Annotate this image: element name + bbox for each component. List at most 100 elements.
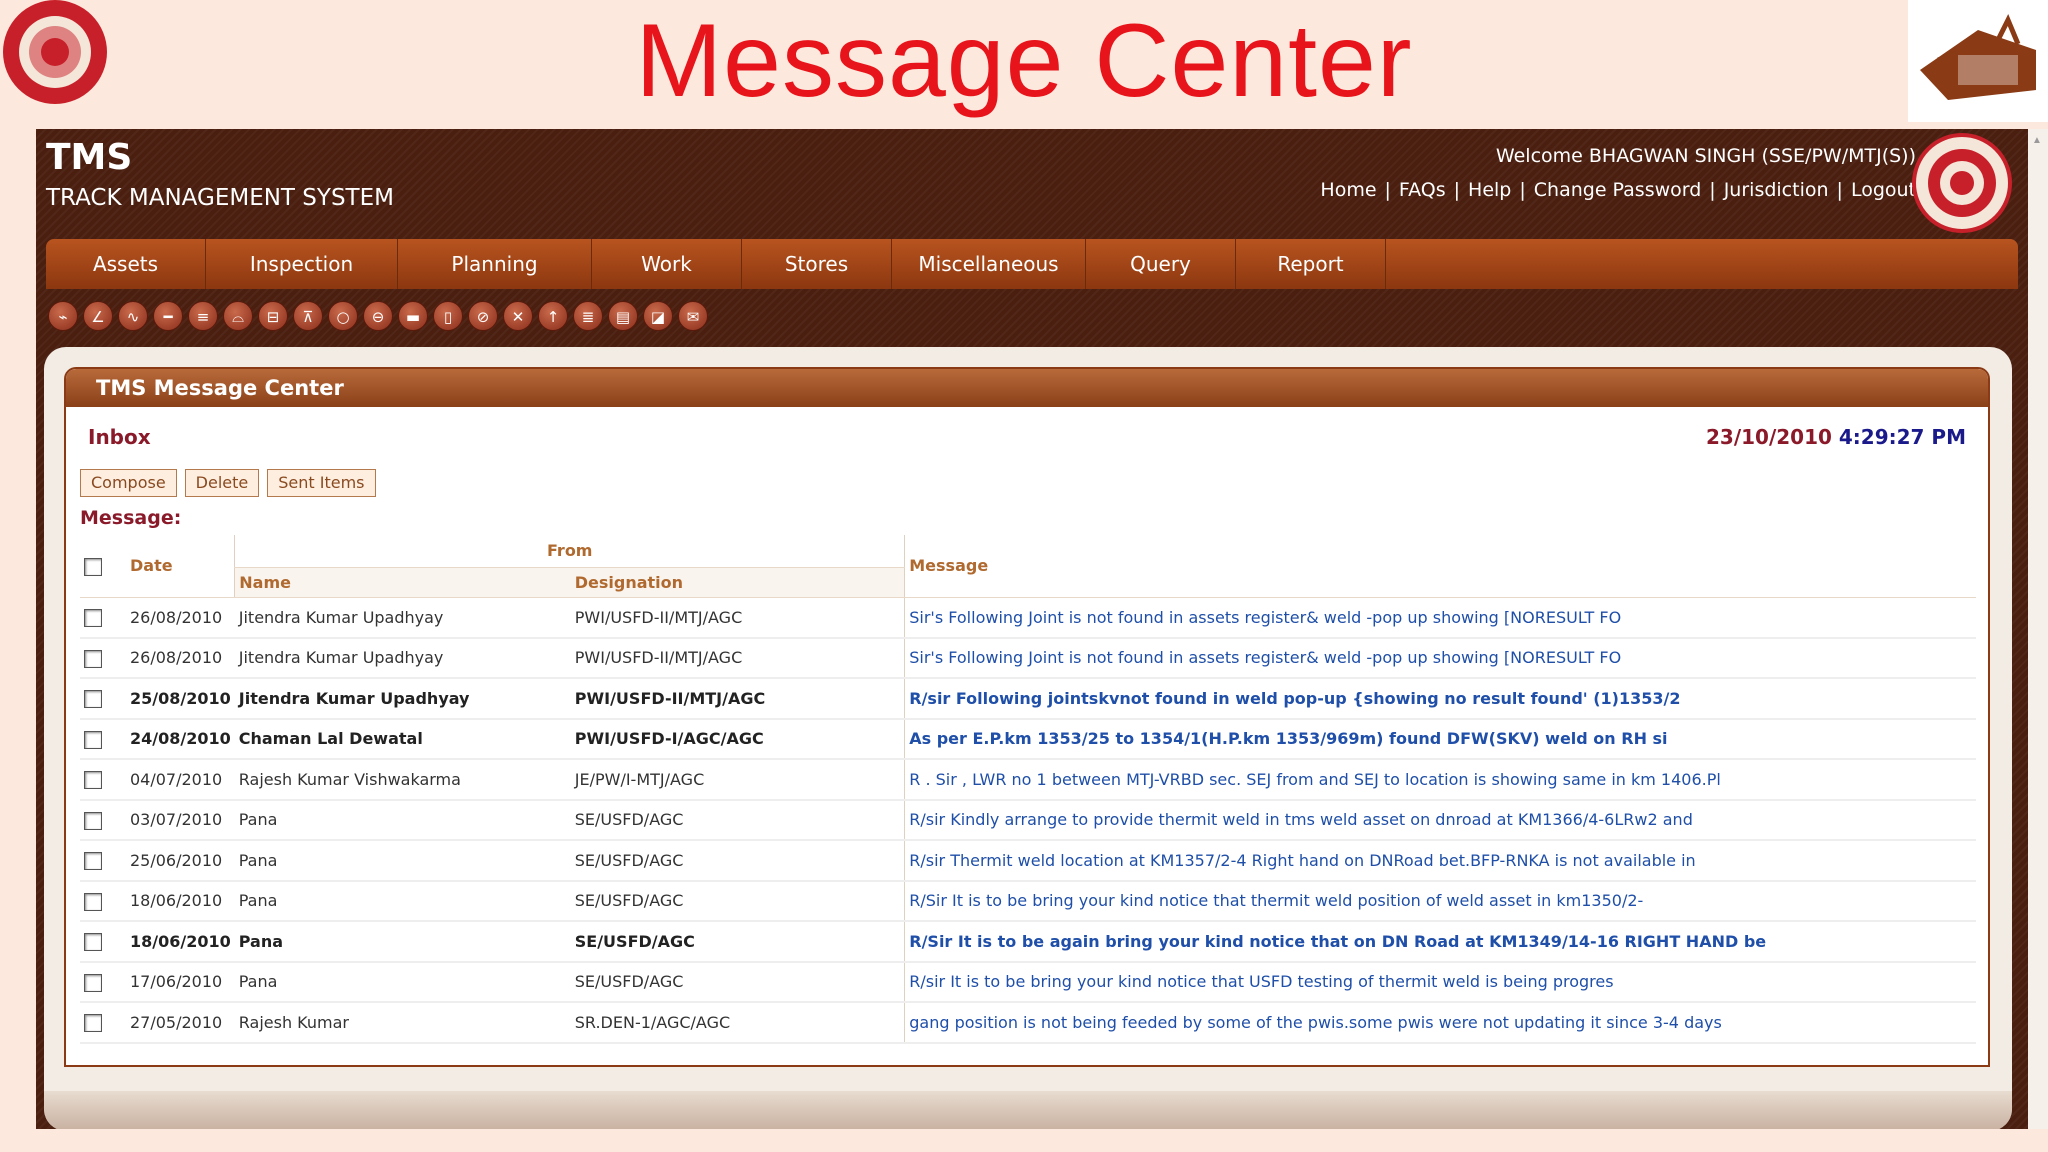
row-checkbox[interactable] [84,892,102,911]
menu-inspection[interactable]: Inspection [206,239,398,289]
track-icon[interactable]: ⌁ [48,301,78,331]
row-select-cell [80,961,126,1003]
row-sender-name: Pana [234,880,571,922]
menu-query[interactable]: Query [1086,239,1236,289]
row-message-link[interactable]: Sir's Following Joint is not found in as… [904,597,1976,639]
row-select-cell [80,840,126,882]
row-sender-name: Jitendra Kumar Upadhyay [234,637,571,679]
row-message-link[interactable]: R/sir It is to be bring your kind notice… [904,961,1976,1003]
change-password-link[interactable]: Change Password [1534,179,1702,201]
sleeper-icon[interactable]: ≡ [188,301,218,331]
row-sender-name: Pana [234,921,571,963]
row-select-cell [80,718,126,760]
chart-icon[interactable]: ≣ [573,301,603,331]
content-area: TMS Message Center Inbox 23/10/2010 4:29… [44,347,2012,1129]
row-message-link[interactable]: R/sir Thermit weld location at KM1357/2-… [904,840,1976,882]
row-date: 25/06/2010 [126,840,235,882]
row-message-link[interactable]: R/Sir It is to be again bring your kind … [904,921,1976,963]
marker-icon[interactable]: ↑ [538,301,568,331]
irissi-logo [1908,0,2048,122]
row-sender-designation: PWI/USFD-II/MTJ/AGC [570,597,905,639]
row-message-link[interactable]: R/Sir It is to be bring your kind notice… [904,880,1976,922]
lever-icon[interactable]: ⊟ [258,301,288,331]
main-menu: Assets Inspection Planning Work Stores M… [46,239,2018,289]
menu-assets[interactable]: Assets [46,239,206,289]
menu-miscellaneous[interactable]: Miscellaneous [892,239,1086,289]
row-sender-designation: PWI/USFD-I/AGC/AGC [570,718,905,760]
sent-items-button[interactable]: Sent Items [267,469,376,497]
row-message-link[interactable]: Sir's Following Joint is not found in as… [904,637,1976,679]
row-date: 24/08/2010 [126,718,235,760]
from-header: From [234,535,905,568]
table-row[interactable]: 26/08/2010 Jitendra Kumar Upadhyay PWI/USF… [80,637,1976,679]
table-row[interactable]: 03/07/2010 Pana SE/USFD/AGC R/sir Kindly ar… [80,799,1976,841]
row-message-link[interactable]: R/sir Kindly arrange to provide thermit … [904,799,1976,841]
wrench-icon[interactable]: ✕ [503,301,533,331]
bridge-icon[interactable]: ⌓ [223,301,253,331]
row-checkbox[interactable] [84,811,102,830]
circle-icon[interactable]: ○ [328,301,358,331]
help-link[interactable]: Help [1468,179,1511,201]
row-sender-designation: JE/PW/I-MTJ/AGC [570,759,905,801]
row-checkbox[interactable] [84,690,102,708]
row-sender-designation: SE/USFD/AGC [570,961,905,1003]
signal-icon[interactable]: ⊼ [293,301,323,331]
menu-report[interactable]: Report [1236,239,1386,289]
page-scrollbar[interactable]: ▲ [2028,129,2048,1129]
row-message-link[interactable]: R . Sir , LWR no 1 between MTJ-VRBD sec.… [904,759,1976,801]
book-icon[interactable]: ▤ [608,301,638,331]
rail-icon[interactable]: ━ [153,301,183,331]
content-footer [44,1091,2012,1129]
row-checkbox[interactable] [84,771,102,789]
scroll-up-icon[interactable]: ▲ [2032,135,2042,146]
row-checkbox[interactable] [84,608,102,627]
table-row[interactable]: 25/08/2010 Jitendra Kumar Upadhyay PWI/USF… [80,678,1976,720]
row-date: 18/06/2010 [126,921,235,963]
row-checkbox[interactable] [84,933,102,951]
delete-button[interactable]: Delete [184,469,260,497]
railways-seal-icon [1912,133,2012,233]
row-checkbox[interactable] [84,852,102,870]
row-message-link[interactable]: As per E.P.km 1353/25 to 1354/1(H.P.km 1… [904,718,1976,760]
jurisdiction-link[interactable]: Jurisdiction [1724,179,1829,201]
faqs-link[interactable]: FAQs [1399,179,1446,201]
row-checkbox[interactable] [84,973,102,992]
message-header: Message [904,535,1976,598]
table-row[interactable]: 24/08/2010 Chaman Lal Dewatal PWI/USFD-I/A… [80,718,1976,760]
chat-icon[interactable]: ◪ [643,301,673,331]
menu-work[interactable]: Work [592,239,742,289]
curve-icon[interactable]: ∠ [83,301,113,331]
table-row[interactable]: 18/06/2010 Pana SE/USFD/AGC R/Sir It is to … [80,880,1976,922]
row-checkbox[interactable] [84,730,102,749]
row-message-link[interactable]: gang position is not being feeded by som… [904,1002,1976,1044]
wave-icon[interactable]: ∿ [118,301,148,331]
row-checkbox[interactable] [84,649,102,668]
row-message-link[interactable]: R/sir Following jointskvnot found in wel… [904,678,1976,720]
document-icon[interactable]: ▯ [433,301,463,331]
row-sender-name: Pana [234,961,571,1003]
row-sender-name: Rajesh Kumar [234,1002,571,1044]
row-sender-name: Chaman Lal Dewatal [234,718,571,760]
compose-button[interactable]: Compose [80,469,177,497]
logout-link[interactable]: Logout [1851,179,1916,201]
select-all-checkbox[interactable] [84,557,102,576]
crossing-icon[interactable]: ⊖ [363,301,393,331]
home-link[interactable]: Home [1320,179,1376,201]
table-row[interactable]: 18/06/2010 Pana SE/USFD/AGC R/Sir It is to … [80,921,1976,963]
row-sender-name: Rajesh Kumar Vishwakarma [234,759,571,801]
table-row[interactable]: 27/05/2010 Rajesh Kumar SR.DEN-1/AGC/AGC ga… [80,1002,1976,1044]
icon-toolbar: ⌁ ∠ ∿ ━ ≡ ⌓ ⊟ ⊼ ○ ⊖ ▬ ▯ ⊘ ✕ ↑ ≣ ▤ ◪ ✉ [48,301,708,331]
table-row[interactable]: 26/08/2010 Jitendra Kumar Upadhyay PWI/USF… [80,597,1976,639]
table-row[interactable]: 25/06/2010 Pana SE/USFD/AGC R/sir Thermit w… [80,840,1976,882]
mail-icon[interactable]: ✉ [678,301,708,331]
menu-stores[interactable]: Stores [742,239,892,289]
menu-planning[interactable]: Planning [398,239,592,289]
table-row[interactable]: 04/07/2010 Rajesh Kumar Vishwakarma JE/PW/… [80,759,1976,801]
row-checkbox[interactable] [84,1014,102,1032]
inbox-table: Date From Message Name Designation 26/08… [80,535,1976,1044]
row-sender-designation: SE/USFD/AGC [570,921,905,963]
bar-icon[interactable]: ▬ [398,301,428,331]
row-date: 17/06/2010 [126,961,235,1003]
tool-icon[interactable]: ⊘ [468,301,498,331]
table-row[interactable]: 17/06/2010 Pana SE/USFD/AGC R/sir It is to … [80,961,1976,1003]
